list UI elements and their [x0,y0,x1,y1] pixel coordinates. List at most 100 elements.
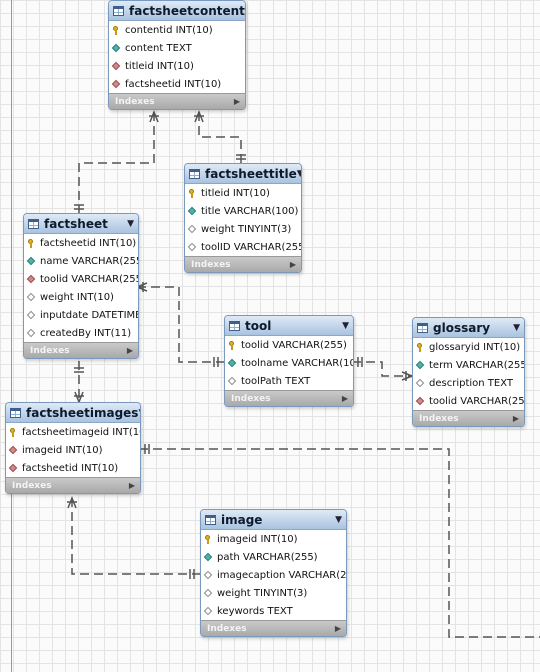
table-image[interactable]: image ▼ imageid INT(10) path VARCHAR(255… [200,509,347,637]
column-row[interactable]: content TEXT [109,39,245,57]
table-title: image [221,512,263,527]
table-factsheetimages[interactable]: factsheetimages ▼ factsheetimageid INT(1… [5,402,141,494]
column-row[interactable]: imagecaption VARCHAR(255) [201,566,346,584]
table-title: glossary [433,320,491,335]
column-row[interactable]: toolname VARCHAR(100) [225,354,353,372]
column-label: keywords TEXT [217,605,293,617]
indexes-bar[interactable]: Indexes ▶ [24,342,138,358]
table-header[interactable]: image ▼ [201,510,346,530]
column-row[interactable]: title VARCHAR(100) [185,202,301,220]
table-header[interactable]: tool ▼ [225,316,353,336]
primary-key-icon [204,534,213,544]
column-diamond-teal-icon [112,44,121,53]
table-header[interactable]: factsheetcontent ▼ [109,1,245,21]
column-row[interactable]: toolID VARCHAR(255) [185,238,301,256]
column-row[interactable]: factsheetid INT(10) [6,459,140,477]
table-title: factsheetcontent [129,3,245,18]
column-row[interactable]: factsheetid INT(10) [24,234,138,252]
relationship-factsheet-tool [137,286,224,363]
indexes-bar[interactable]: Indexes ▶ [6,477,140,493]
collapse-arrow-icon[interactable]: ▼ [513,323,520,333]
column-diamond-white-icon [204,571,213,580]
collapse-arrow-icon[interactable]: ▼ [245,6,246,16]
relationship-content-factsheet [78,112,155,213]
indexes-bar[interactable]: Indexes ▶ [201,620,346,636]
indexes-bar[interactable]: Indexes ▶ [225,390,353,406]
collapse-arrow-icon[interactable]: ▼ [127,219,134,229]
expand-arrow-icon[interactable]: ▶ [335,624,341,633]
column-diamond-white-icon [416,379,425,388]
column-label: name VARCHAR(255) [40,255,139,267]
column-row[interactable]: createdBy INT(11) [24,324,138,342]
column-row[interactable]: imageid INT(10) [6,441,140,459]
column-label: factsheetimageid INT(10) [22,426,141,438]
primary-key-icon [112,25,121,35]
column-label: createdBy INT(11) [40,327,132,339]
column-label: toolid VARCHAR(255) [40,273,139,285]
column-diamond-white-icon [188,243,197,252]
table-header[interactable]: factsheetimages ▼ [6,403,140,423]
crow-foot [401,371,415,381]
column-row[interactable]: term VARCHAR(255) [413,356,524,374]
collapse-arrow-icon[interactable]: ▼ [335,515,342,525]
column-label: term VARCHAR(255) [429,359,525,371]
column-row[interactable]: toolid VARCHAR(255) [24,270,138,288]
foreign-key-diamond-icon [112,80,121,89]
column-diamond-white-icon [188,225,197,234]
collapse-arrow-icon[interactable]: ▼ [138,408,140,418]
indexes-label: Indexes [419,413,459,424]
table-factsheetcontent[interactable]: factsheetcontent ▼ contentid INT(10) con… [108,0,246,110]
table-tool[interactable]: tool ▼ toolid VARCHAR(255) toolname VARC… [224,315,354,407]
column-label: toolPath TEXT [241,375,311,387]
column-row[interactable]: glossaryid INT(10) [413,338,524,356]
column-row[interactable]: titleid INT(10) [109,57,245,75]
column-row[interactable]: path VARCHAR(255) [201,548,346,566]
column-row[interactable]: keywords TEXT [201,602,346,620]
column-row[interactable]: inputdate DATETIME [24,306,138,324]
column-row[interactable]: contentid INT(10) [109,21,245,39]
primary-key-icon [416,342,425,352]
expand-arrow-icon[interactable]: ▶ [513,414,519,423]
column-label: toolid VARCHAR(255) [241,339,347,351]
column-row[interactable]: toolPath TEXT [225,372,353,390]
column-row[interactable]: titleid INT(10) [185,184,301,202]
table-header[interactable]: factsheet ▼ [24,214,138,234]
table-icon [229,320,240,331]
column-label: content TEXT [125,42,192,54]
column-row[interactable]: imageid INT(10) [201,530,346,548]
collapse-arrow-icon[interactable]: ▼ [342,321,349,331]
table-header[interactable]: factsheettitle ▼ [185,164,301,184]
expand-arrow-icon[interactable]: ▶ [129,481,135,490]
column-label: factsheetid INT(10) [40,237,137,249]
table-title: tool [245,318,272,333]
column-row[interactable]: toolid VARCHAR(255) [225,336,353,354]
indexes-bar[interactable]: Indexes ▶ [185,256,301,272]
column-label: weight TINYINT(3) [217,587,308,599]
column-row[interactable]: weight TINYINT(3) [185,220,301,238]
column-row[interactable]: name VARCHAR(255) [24,252,138,270]
table-header[interactable]: glossary ▼ [413,318,524,338]
column-row[interactable]: factsheetid INT(10) [109,75,245,93]
column-row[interactable]: weight INT(10) [24,288,138,306]
expand-arrow-icon[interactable]: ▶ [342,394,348,403]
column-diamond-white-icon [228,377,237,386]
column-label: factsheetid INT(10) [22,462,119,474]
column-row[interactable]: factsheetimageid INT(10) [6,423,140,441]
table-glossary[interactable]: glossary ▼ glossaryid INT(10) term VARCH… [412,317,525,427]
column-label: contentid INT(10) [125,24,213,36]
table-factsheet[interactable]: factsheet ▼ factsheetid INT(10) name VAR… [23,213,139,359]
column-label: factsheetid INT(10) [125,78,222,90]
expand-arrow-icon[interactable]: ▶ [290,260,296,269]
table-icon [113,5,124,16]
column-row[interactable]: description TEXT [413,374,524,392]
expand-arrow-icon[interactable]: ▶ [127,346,133,355]
column-diamond-teal-icon [416,361,425,370]
column-row[interactable]: weight TINYINT(3) [201,584,346,602]
column-diamond-white-icon [204,589,213,598]
indexes-bar[interactable]: Indexes ▶ [413,410,524,426]
indexes-bar[interactable]: Indexes ▶ [109,93,245,109]
collapse-arrow-icon[interactable]: ▼ [297,169,301,179]
expand-arrow-icon[interactable]: ▶ [234,97,240,106]
table-factsheettitle[interactable]: factsheettitle ▼ titleid INT(10) title V… [184,163,302,273]
column-row[interactable]: toolid VARCHAR(255) [413,392,524,410]
